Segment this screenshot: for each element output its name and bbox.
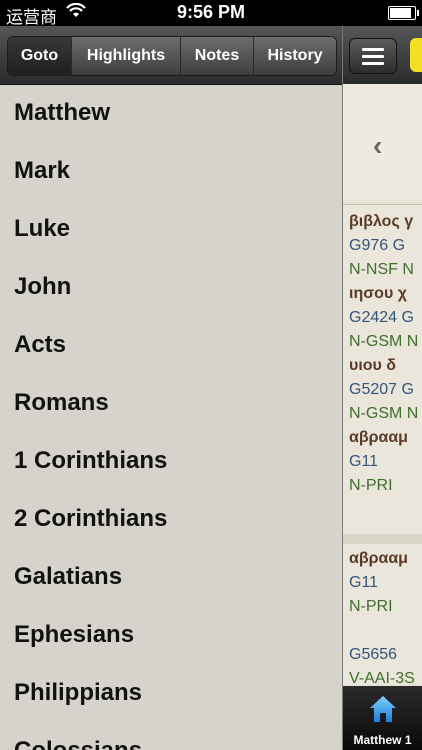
reader-toolbar bbox=[343, 26, 422, 84]
battery-icon bbox=[388, 6, 419, 20]
morphology: N-GSM N bbox=[349, 333, 419, 350]
reader-panel: ‹ βιβλος γ G976 G N-NSF N ιησου χ G2424 … bbox=[343, 26, 422, 750]
book-item-mark[interactable]: Mark bbox=[0, 142, 342, 200]
hamburger-icon bbox=[362, 48, 384, 51]
book-item-matthew[interactable]: Matthew bbox=[0, 84, 342, 142]
tab-notes[interactable]: Notes bbox=[181, 37, 254, 75]
greek-word: αβρααμ bbox=[349, 429, 408, 446]
segmented-control: Goto Highlights Notes History bbox=[7, 36, 337, 76]
strongs-number[interactable]: G11 bbox=[349, 574, 378, 592]
verse-card[interactable]: βιβλος γ G976 G N-NSF N ιησου χ G2424 G … bbox=[343, 204, 422, 535]
book-item-philippians[interactable]: Philippians bbox=[0, 664, 342, 722]
tab-label: Matthew 1 bbox=[353, 733, 412, 747]
tab-highlights[interactable]: Highlights bbox=[72, 37, 181, 75]
book-item-galatians[interactable]: Galatians bbox=[0, 548, 342, 606]
clock: 9:56 PM bbox=[176, 2, 246, 22]
chapter-nav: ‹ bbox=[343, 84, 422, 200]
greek-word: βιβλος γ bbox=[349, 213, 414, 230]
highlight-button[interactable] bbox=[410, 38, 422, 72]
book-item-2-corinthians[interactable]: 2 Corinthians bbox=[0, 490, 342, 548]
status-bar: 运营商 9:56 PM bbox=[0, 0, 422, 27]
tab-history[interactable]: History bbox=[254, 37, 336, 75]
book-item-romans[interactable]: Romans bbox=[0, 374, 342, 432]
book-item-ephesians[interactable]: Ephesians bbox=[0, 606, 342, 664]
morphology: N-NSF N bbox=[349, 261, 414, 278]
home-icon bbox=[369, 694, 397, 729]
morphology: N-PRI bbox=[349, 598, 393, 615]
menu-button[interactable] bbox=[349, 38, 397, 74]
book-item-acts[interactable]: Acts bbox=[0, 316, 342, 374]
strongs-number[interactable]: G5656 bbox=[349, 646, 397, 664]
chevron-left-icon[interactable]: ‹ bbox=[373, 130, 382, 162]
strongs-number[interactable]: G5207 G bbox=[349, 381, 414, 399]
greek-word: υιου δ bbox=[349, 357, 396, 374]
greek-word: αβρααμ bbox=[349, 550, 408, 567]
book-item-1-corinthians[interactable]: 1 Corinthians bbox=[0, 432, 342, 490]
book-item-colossians[interactable]: Colossians bbox=[0, 722, 342, 750]
tab-bar-item-home[interactable]: Matthew 1 bbox=[343, 686, 422, 750]
strongs-number[interactable]: G976 G bbox=[349, 237, 405, 255]
card-separator bbox=[343, 534, 422, 544]
top-toolbar: Goto Highlights Notes History bbox=[0, 26, 342, 85]
strongs-number[interactable]: G11 bbox=[349, 453, 378, 471]
book-list: Matthew Mark Luke John Acts Romans 1 Cor… bbox=[0, 84, 342, 750]
verse-card[interactable]: αβρααμ G11 N-PRI G5656 V-AAI-3S bbox=[343, 544, 422, 687]
tab-goto[interactable]: Goto bbox=[8, 37, 72, 75]
greek-word: ιησου χ bbox=[349, 285, 407, 302]
book-item-john[interactable]: John bbox=[0, 258, 342, 316]
morphology: N-GSM N bbox=[349, 405, 419, 422]
book-picker-panel: Goto Highlights Notes History Matthew Ma… bbox=[0, 26, 342, 750]
book-item-luke[interactable]: Luke bbox=[0, 200, 342, 258]
strongs-number[interactable]: G2424 G bbox=[349, 309, 414, 327]
morphology: N-PRI bbox=[349, 477, 393, 494]
